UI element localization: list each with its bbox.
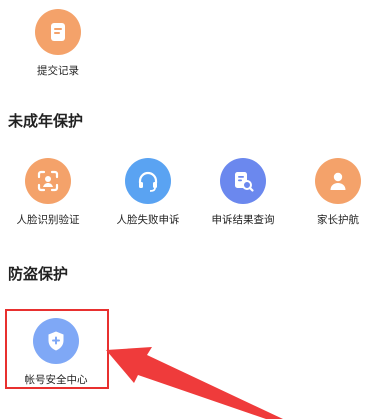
red-arrow-icon bbox=[106, 347, 283, 419]
